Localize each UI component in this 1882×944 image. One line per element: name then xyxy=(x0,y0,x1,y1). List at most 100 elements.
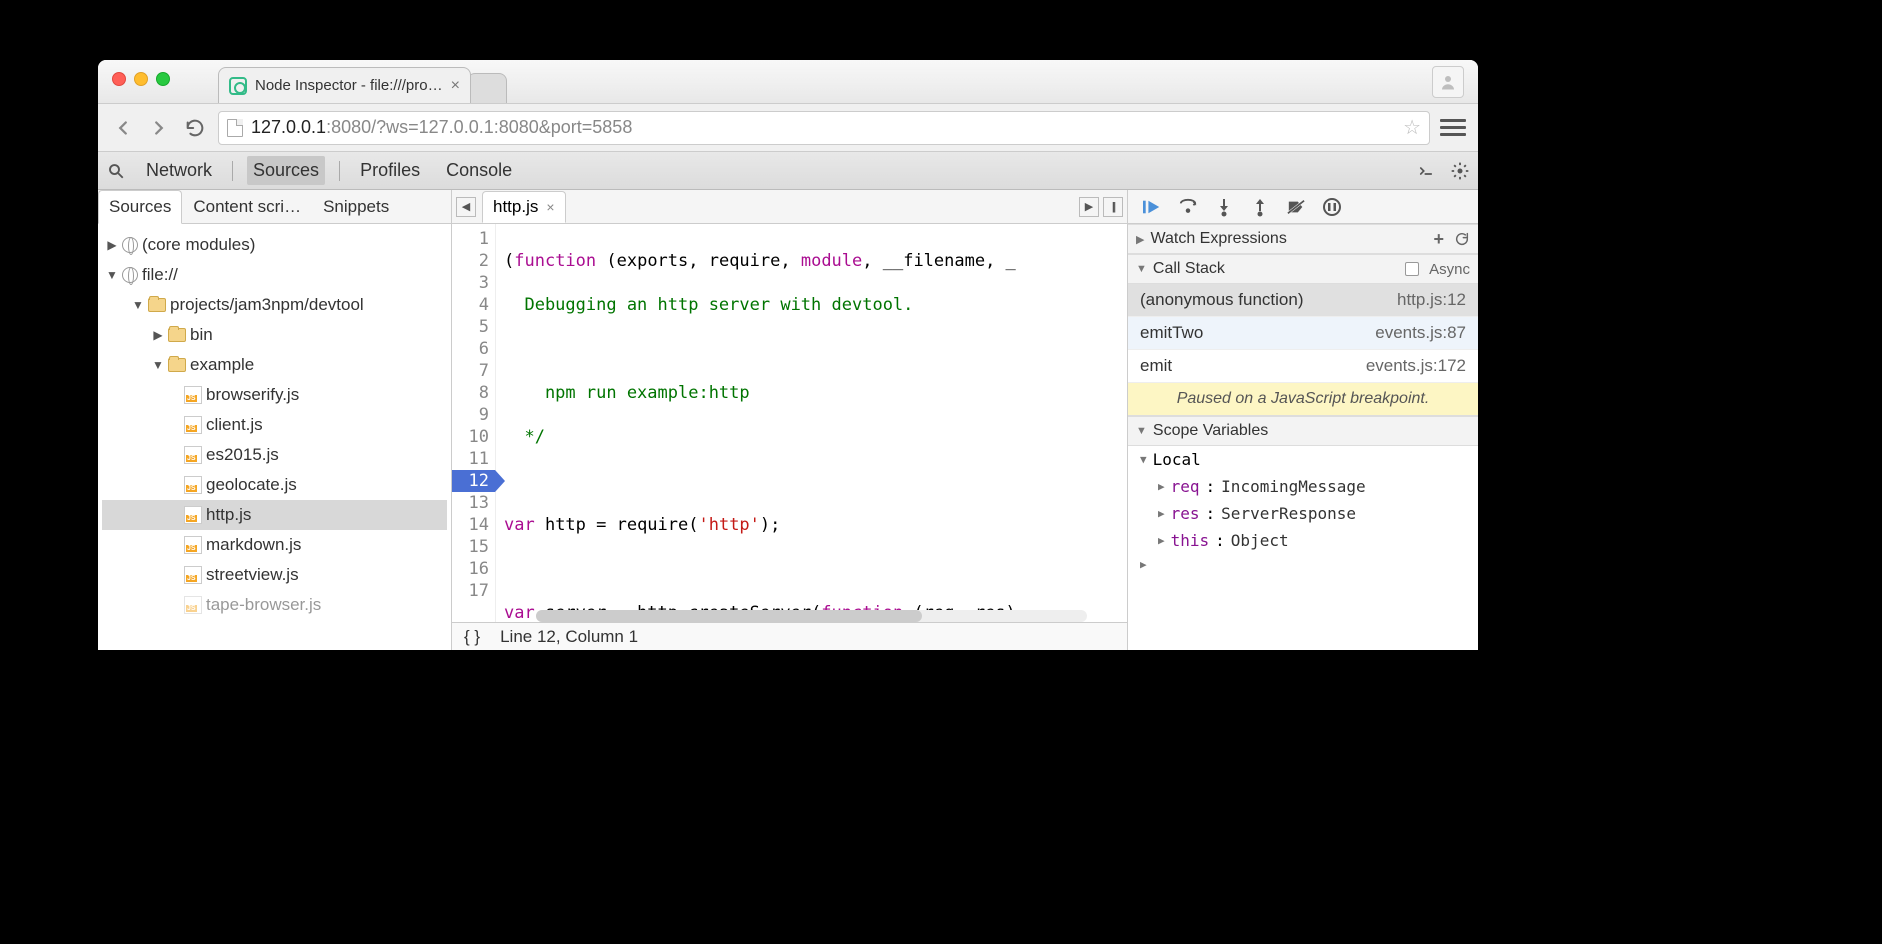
step-over-button[interactable] xyxy=(1176,196,1200,218)
person-icon xyxy=(1439,73,1457,91)
globe-icon xyxy=(122,237,138,253)
tree-project-folder[interactable]: ▼ projects/jam3npm/devtool xyxy=(102,290,447,320)
tree-file[interactable]: client.js xyxy=(102,410,447,440)
close-window-button[interactable] xyxy=(112,72,126,86)
async-checkbox[interactable] xyxy=(1405,262,1419,276)
resume-button[interactable] xyxy=(1140,196,1164,218)
tree-file[interactable]: browserify.js xyxy=(102,380,447,410)
refresh-watch-button[interactable] xyxy=(1454,231,1470,247)
sources-navigator: Sources Content scri… Snippets ▶ (core m… xyxy=(98,190,452,650)
tab-console[interactable]: Console xyxy=(440,156,518,185)
settings-gear-icon[interactable] xyxy=(1450,161,1470,181)
address-bar[interactable]: 127.0.0.1:8080/?ws=127.0.0.1:8080&port=5… xyxy=(218,111,1430,145)
scope-variable[interactable]: ▶ this: Object xyxy=(1128,527,1478,554)
scope-variable[interactable]: ▶ res: ServerResponse xyxy=(1128,500,1478,527)
close-icon[interactable]: × xyxy=(546,199,554,215)
scrollbar-thumb[interactable] xyxy=(536,610,922,622)
stack-frame[interactable]: emitTwo events.js:87 xyxy=(1128,317,1478,350)
reload-button[interactable] xyxy=(182,115,208,141)
code-area[interactable]: (function (exports, require, module, __f… xyxy=(496,224,1127,622)
tree-label: (core modules) xyxy=(142,235,255,255)
frame-location: http.js:12 xyxy=(1397,290,1466,310)
horizontal-scrollbar[interactable] xyxy=(536,610,1087,622)
tab-title: Node Inspector - file:///pro… xyxy=(255,77,443,94)
node-inspector-favicon-icon xyxy=(229,77,247,95)
tree-file[interactable]: markdown.js xyxy=(102,530,447,560)
forward-button[interactable] xyxy=(146,115,172,141)
tree-file[interactable]: streetview.js xyxy=(102,560,447,590)
pause-on-exceptions-button[interactable] xyxy=(1320,196,1344,218)
js-file-icon xyxy=(184,446,202,464)
navigator-tab-content-scripts[interactable]: Content scri… xyxy=(182,190,312,224)
navigator-tab-snippets[interactable]: Snippets xyxy=(312,190,400,224)
js-file-icon xyxy=(184,566,202,584)
panes: Sources Content scri… Snippets ▶ (core m… xyxy=(98,190,1478,650)
gutter[interactable]: 1234567891011121314151617 xyxy=(452,224,496,622)
new-tab-button[interactable] xyxy=(467,73,507,103)
section-title: Scope Variables xyxy=(1153,422,1268,440)
tree-file[interactable]: es2015.js xyxy=(102,440,447,470)
section-title: Watch Expressions xyxy=(1150,230,1286,248)
js-file-icon xyxy=(184,506,202,524)
scope-more[interactable]: ▶ xyxy=(1128,554,1478,575)
watch-expressions-header[interactable]: ▶ Watch Expressions + xyxy=(1128,224,1478,254)
tree-file[interactable]: geolocate.js xyxy=(102,470,447,500)
add-watch-button[interactable]: + xyxy=(1433,229,1444,250)
stack-frame[interactable]: (anonymous function) http.js:12 xyxy=(1128,284,1478,317)
browser-tab-active[interactable]: Node Inspector - file:///pro… × xyxy=(218,67,471,103)
tree-label: http.js xyxy=(206,505,251,525)
url-path: :8080/?ws=127.0.0.1:8080&port=5858 xyxy=(326,117,632,137)
tree-bin-folder[interactable]: ▶ bin xyxy=(102,320,447,350)
chevron-right-icon: ▶ xyxy=(1158,480,1165,493)
maximize-window-button[interactable] xyxy=(156,72,170,86)
bookmark-star-icon[interactable]: ☆ xyxy=(1403,115,1421,140)
variable-value: ServerResponse xyxy=(1221,504,1356,523)
call-stack-header[interactable]: ▼ Call Stack Async xyxy=(1128,254,1478,284)
scope-variables-header[interactable]: ▼ Scope Variables xyxy=(1128,416,1478,446)
editor-tab-http-js[interactable]: http.js × xyxy=(482,191,566,223)
tree-file-scheme[interactable]: ▼ file:// xyxy=(102,260,447,290)
profile-button[interactable] xyxy=(1432,66,1464,98)
tab-profiles[interactable]: Profiles xyxy=(354,156,426,185)
url-host: 127.0.0.1 xyxy=(251,117,326,137)
history-forward-button[interactable]: ▶ xyxy=(1079,197,1099,217)
chevron-down-icon: ▼ xyxy=(106,268,118,282)
braces-button[interactable]: { } xyxy=(464,627,480,647)
step-into-button[interactable] xyxy=(1212,196,1236,218)
variable-name: this xyxy=(1171,531,1210,550)
tree-file-selected[interactable]: http.js xyxy=(102,500,447,530)
frame-location: events.js:172 xyxy=(1366,356,1466,376)
tree-label: file:// xyxy=(142,265,178,285)
minimize-window-button[interactable] xyxy=(134,72,148,86)
search-icon[interactable] xyxy=(106,161,126,181)
tree-core-modules[interactable]: ▶ (core modules) xyxy=(102,230,447,260)
js-file-icon xyxy=(184,476,202,494)
toggle-drawer-icon[interactable] xyxy=(1416,161,1436,181)
editor-body[interactable]: 1234567891011121314151617 (function (exp… xyxy=(452,224,1127,622)
browser-toolbar: 127.0.0.1:8080/?ws=127.0.0.1:8080&port=5… xyxy=(98,104,1478,152)
js-file-icon xyxy=(184,536,202,554)
scope-local-header[interactable]: ▼ Local xyxy=(1128,446,1478,473)
tree-label: markdown.js xyxy=(206,535,301,555)
tree-example-folder[interactable]: ▼ example xyxy=(102,350,447,380)
tab-strip: Node Inspector - file:///pro… × xyxy=(218,60,507,103)
scope-variable[interactable]: ▶ req: IncomingMessage xyxy=(1128,473,1478,500)
stack-frame[interactable]: emit events.js:172 xyxy=(1128,350,1478,383)
tab-sources[interactable]: Sources xyxy=(247,156,325,185)
back-button[interactable] xyxy=(110,115,136,141)
history-back-button[interactable]: ◀ xyxy=(456,197,476,217)
tree-file[interactable]: tape-browser.js xyxy=(102,590,447,620)
tab-close-icon[interactable]: × xyxy=(451,77,460,95)
editor-pane: ◀ http.js × ▶ ||| 1234567891011121314151… xyxy=(452,190,1128,650)
deactivate-breakpoints-button[interactable] xyxy=(1284,196,1308,218)
navigator-tab-sources[interactable]: Sources xyxy=(98,190,182,224)
step-out-button[interactable] xyxy=(1248,196,1272,218)
more-button[interactable]: ||| xyxy=(1103,197,1123,217)
tree-label: example xyxy=(190,355,254,375)
hamburger-menu-button[interactable] xyxy=(1440,115,1466,141)
folder-icon xyxy=(148,298,166,312)
folder-icon xyxy=(168,328,186,342)
editor-status-bar: { } Line 12, Column 1 xyxy=(452,622,1127,650)
tab-network[interactable]: Network xyxy=(140,156,218,185)
js-file-icon xyxy=(184,596,202,614)
